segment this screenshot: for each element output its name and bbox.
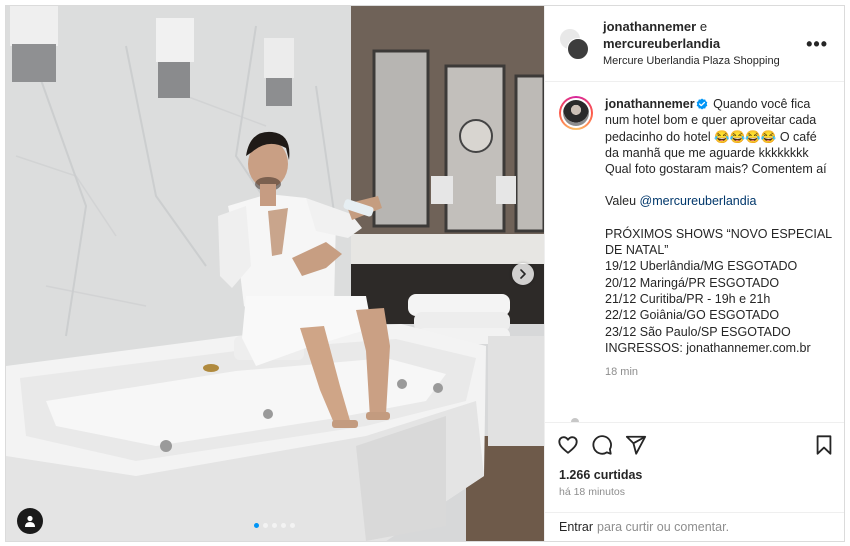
comment-button[interactable] bbox=[591, 428, 625, 462]
caption-username-link[interactable]: jonathannemer bbox=[605, 97, 695, 111]
post-authors: jonathannemer e mercureuberlandia bbox=[603, 18, 802, 52]
coauthor-username-link[interactable]: mercureuberlandia bbox=[603, 36, 720, 51]
show-line: 20/12 Maringá/PR ESGOTADO bbox=[605, 275, 780, 290]
carousel-indicator bbox=[254, 523, 295, 528]
share-button[interactable] bbox=[625, 428, 659, 462]
location-link[interactable]: Mercure Uberlandia Plaza Shopping bbox=[603, 53, 802, 69]
shows-title: PRÓXIMOS SHOWS “NOVO ESPECIAL DE NATAL” bbox=[605, 226, 832, 258]
comments-section: jonathannemer Quando você fica num hotel… bbox=[545, 82, 844, 422]
tagged-users-button[interactable] bbox=[17, 508, 43, 534]
post-header: jonathannemer e mercureuberlandia Mercur… bbox=[545, 6, 844, 82]
carousel-dot bbox=[272, 523, 277, 528]
next-comment-avatar bbox=[571, 418, 579, 422]
carousel-dot bbox=[254, 523, 259, 528]
show-line: 22/12 Goiânia/GO ESGOTADO bbox=[605, 308, 780, 323]
like-button[interactable] bbox=[557, 428, 591, 462]
author-username-link[interactable]: jonathannemer bbox=[603, 19, 696, 34]
carousel-next-button[interactable] bbox=[512, 263, 534, 285]
mention-link[interactable]: @mercureuberlandia bbox=[640, 194, 757, 208]
verified-badge-icon bbox=[696, 98, 707, 110]
thanks-text: Valeu bbox=[605, 194, 637, 209]
avatar bbox=[567, 37, 589, 60]
caption-avatar[interactable] bbox=[559, 96, 593, 130]
action-bar bbox=[545, 422, 844, 466]
caption: jonathannemer Quando você fica num hotel… bbox=[559, 96, 832, 380]
heart-icon bbox=[558, 435, 578, 454]
caption-thanks: Valeu @mercureuberlandia bbox=[605, 193, 832, 209]
post-timestamp: há 18 minutos bbox=[559, 486, 625, 498]
carousel-dot bbox=[263, 523, 268, 528]
collab-avatars[interactable] bbox=[559, 27, 591, 60]
comment-icon bbox=[592, 434, 612, 455]
post-photo[interactable] bbox=[6, 6, 544, 541]
show-line: 23/12 São Paulo/SP ESGOTADO bbox=[605, 324, 791, 339]
post-side-panel: jonathannemer e mercureuberlandia Mercur… bbox=[544, 6, 844, 541]
carousel-dot bbox=[281, 523, 286, 528]
share-icon bbox=[625, 435, 647, 455]
bookmark-icon bbox=[816, 434, 832, 455]
login-prompt-text: para curtir ou comentar. bbox=[597, 520, 730, 534]
post-modal: jonathannemer e mercureuberlandia Mercur… bbox=[5, 5, 845, 542]
chevron-right-icon bbox=[520, 269, 526, 279]
like-count[interactable]: 1.266 curtidas bbox=[545, 466, 844, 486]
save-button[interactable] bbox=[800, 428, 834, 462]
show-line: 19/12 Uberlândia/MG ESGOTADO bbox=[605, 259, 798, 274]
login-link[interactable]: Entrar bbox=[559, 520, 593, 534]
login-prompt: Entrar para curtir ou comentar. bbox=[545, 512, 844, 541]
avatar bbox=[563, 100, 589, 126]
caption-body: jonathannemer Quando você fica num hotel… bbox=[605, 96, 832, 380]
author-connector: e bbox=[699, 19, 708, 34]
caption-time: 18 min bbox=[605, 366, 639, 379]
user-tag-icon bbox=[25, 515, 35, 527]
carousel-dot bbox=[290, 523, 295, 528]
caption-text: jonathannemer Quando você fica num hotel… bbox=[605, 96, 832, 177]
bathroom-photo bbox=[6, 6, 544, 541]
tickets-line: INGRESSOS: jonathannemer.com.br bbox=[605, 340, 811, 355]
post-header-text: jonathannemer e mercureuberlandia Mercur… bbox=[603, 18, 802, 69]
show-line: 21/12 Curitiba/PR - 19h e 21h bbox=[605, 291, 771, 306]
more-options-button[interactable]: ••• bbox=[802, 35, 832, 53]
